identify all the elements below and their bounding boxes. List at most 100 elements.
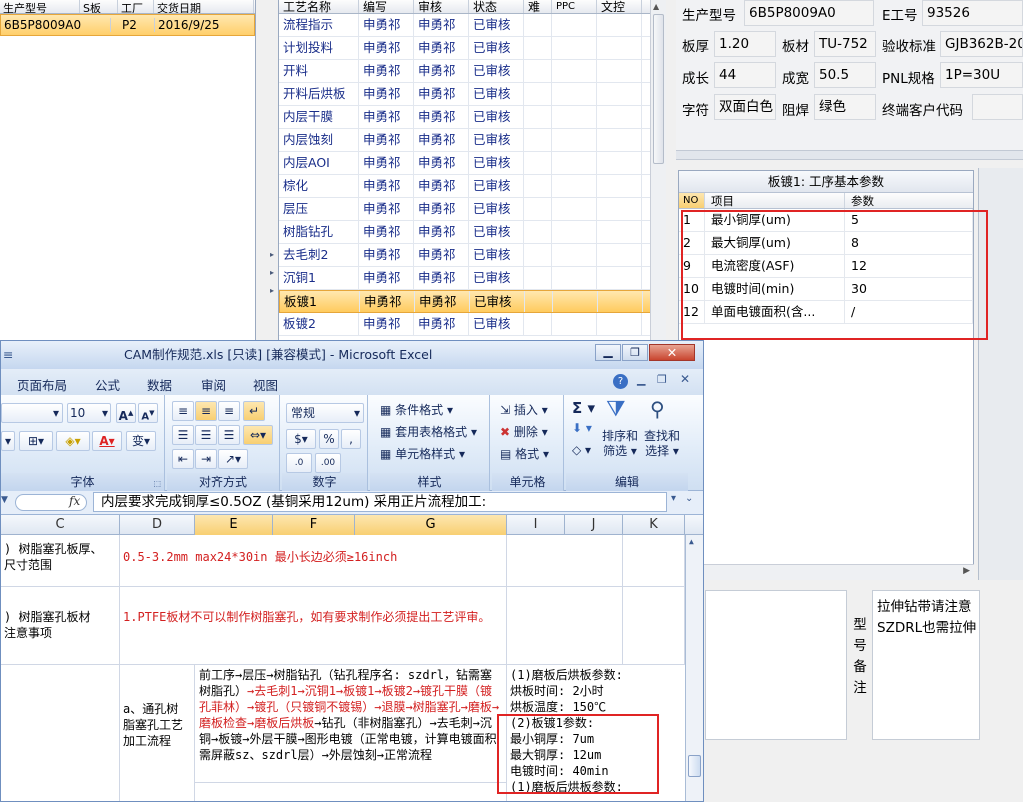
- tab-formulas[interactable]: 公式: [95, 375, 120, 394]
- char-field[interactable]: 双面白色: [714, 94, 776, 120]
- col-value[interactable]: 参数: [845, 193, 973, 208]
- remark-left-area[interactable]: [705, 590, 847, 740]
- col-no[interactable]: NO: [679, 193, 705, 208]
- process-row[interactable]: 开料后烘板 申勇祁 申勇祁 已审核: [279, 83, 666, 106]
- process-row[interactable]: 沉铜1 申勇祁 申勇祁 已审核: [279, 267, 666, 290]
- insert-button[interactable]: ⇲ 插入 ▾: [500, 401, 548, 418]
- conditional-format-button[interactable]: ▦ 条件格式 ▾: [380, 401, 453, 418]
- fill-icon[interactable]: ⬇ ▾: [572, 421, 592, 435]
- align-bottom-icon[interactable]: ≡: [218, 401, 240, 421]
- mask-field[interactable]: 绿色: [814, 94, 876, 120]
- shrink-font-icon[interactable]: A▼: [138, 403, 158, 423]
- formula-collapse-icon[interactable]: ⌄: [685, 493, 693, 504]
- align-left-icon[interactable]: ☰: [172, 425, 194, 445]
- align-middle-icon[interactable]: ≡: [195, 401, 217, 421]
- autosum-icon[interactable]: Σ ▾: [572, 399, 595, 417]
- currency-icon[interactable]: $▾: [286, 429, 316, 449]
- tab-data[interactable]: 数据: [147, 375, 172, 394]
- restore-icon[interactable]: ❐: [622, 344, 648, 361]
- cell-k1[interactable]: [623, 535, 685, 587]
- cell-d1[interactable]: 0.5-3.2mm max24*30in 最小长边必须≥16inch: [120, 535, 507, 587]
- process-row[interactable]: 内层AOI 申勇祁 申勇祁 已审核: [279, 152, 666, 175]
- font-color-icon[interactable]: A▾: [92, 431, 122, 451]
- tab-page-layout[interactable]: 页面布局: [17, 375, 67, 394]
- col-author[interactable]: 编写: [359, 0, 414, 13]
- close-icon[interactable]: ✕: [649, 344, 695, 361]
- process-row[interactable]: 树脂钻孔 申勇祁 申勇祁 已审核: [279, 221, 666, 244]
- comma-icon[interactable]: ,: [341, 429, 361, 449]
- model-field[interactable]: 6B5P8009A0: [744, 0, 874, 26]
- cell-d2[interactable]: 1.PTFE板材不可以制作树脂塞孔，如有要求制作必须提出工艺评审。: [120, 587, 507, 665]
- sheet-vscrollbar[interactable]: ▲: [685, 535, 703, 801]
- window-menu-icon[interactable]: ≡: [3, 341, 13, 369]
- col-header-k[interactable]: K: [623, 515, 685, 535]
- name-box-dropdown-icon[interactable]: ▼: [1, 495, 8, 505]
- process-row[interactable]: 开料 申勇祁 申勇祁 已审核: [279, 60, 666, 83]
- delete-button[interactable]: ✖ 删除 ▾: [500, 423, 548, 440]
- cell-styles-button[interactable]: ▦ 单元格样式 ▾: [380, 445, 465, 462]
- formula-expand-icon[interactable]: ▾: [671, 493, 676, 504]
- clear-icon[interactable]: ◇ ▾: [572, 443, 591, 457]
- format-as-table-button[interactable]: ▦ 套用表格格式 ▾: [380, 423, 477, 440]
- cell-d3[interactable]: a、通孔树 脂塞孔工艺 加工流程: [120, 665, 195, 801]
- col-header-f[interactable]: F: [273, 515, 355, 535]
- cell-e3[interactable]: 前工序→层压→树脂钻孔（钻孔程序名: szdrl，钻需塞树脂孔）→去毛刺1→沉铜…: [195, 665, 507, 783]
- align-right-icon[interactable]: ☰: [218, 425, 240, 445]
- ribbon-close-icon[interactable]: ✕: [680, 372, 690, 386]
- process-row[interactable]: 去毛刺2 申勇祁 申勇祁 已审核: [279, 244, 666, 267]
- scroll-right-icon[interactable]: ▶: [963, 566, 970, 576]
- scroll-thumb[interactable]: [653, 14, 664, 164]
- scroll-thumb[interactable]: [688, 755, 701, 777]
- cell-i2[interactable]: [507, 587, 623, 665]
- col-item[interactable]: 项目: [705, 193, 845, 208]
- width-field[interactable]: 50.5: [814, 62, 876, 88]
- percent-icon[interactable]: %: [319, 429, 339, 449]
- decrease-indent-icon[interactable]: ⇤: [172, 449, 194, 469]
- thickness-field[interactable]: 1.20: [714, 31, 776, 57]
- sort-filter-button[interactable]: 排序和 筛选 ▾: [602, 429, 638, 459]
- cell-c3[interactable]: [1, 665, 120, 801]
- sort-filter-icon[interactable]: ⧩: [606, 397, 626, 422]
- phonetic-icon[interactable]: 变▾: [126, 431, 156, 451]
- length-field[interactable]: 44: [714, 62, 776, 88]
- col-factory[interactable]: 工厂: [118, 0, 154, 13]
- col-header-c[interactable]: C: [1, 515, 120, 535]
- formula-input[interactable]: 内层要求完成铜厚≤0.5OZ (基铜采用12um) 采用正片流程加工:: [93, 492, 667, 512]
- align-center-icon[interactable]: ☰: [195, 425, 217, 445]
- col-model[interactable]: 生产型号: [0, 0, 80, 13]
- cell-e4[interactable]: [195, 783, 507, 801]
- wrap-text-icon[interactable]: ↵: [243, 401, 265, 421]
- orientation-icon[interactable]: ↗▾: [218, 449, 248, 469]
- splitter-handle-icon[interactable]: ▸ ▸ ▸: [270, 250, 276, 330]
- grow-font-icon[interactable]: A▲: [116, 403, 136, 423]
- process-row[interactable]: 内层蚀刻 申勇祁 申勇祁 已审核: [279, 129, 666, 152]
- merge-center-icon[interactable]: ⇔▾: [243, 425, 273, 445]
- process-row[interactable]: 棕化 申勇祁 申勇祁 已审核: [279, 175, 666, 198]
- cust-field[interactable]: [972, 94, 1023, 120]
- process-row[interactable]: 板镀1 申勇祁 申勇祁 已审核: [279, 290, 666, 313]
- process-row[interactable]: 层压 申勇祁 申勇祁 已审核: [279, 198, 666, 221]
- number-format-dropdown[interactable]: 常规 ▾: [286, 403, 364, 423]
- process-row[interactable]: 内层干膜 申勇祁 申勇祁 已审核: [279, 106, 666, 129]
- decrease-decimal-icon[interactable]: .00: [315, 453, 341, 473]
- std-field[interactable]: GJB362B-20: [940, 31, 1023, 57]
- col-header-j[interactable]: J: [565, 515, 623, 535]
- tab-review[interactable]: 审阅: [201, 375, 226, 394]
- eno-field[interactable]: 93526: [922, 0, 1023, 26]
- cell-c1[interactable]: ) 树脂塞孔板厚、 尺寸范围: [1, 535, 120, 587]
- increase-indent-icon[interactable]: ⇥: [195, 449, 217, 469]
- minimize-icon[interactable]: ▁: [595, 344, 621, 361]
- pnl-field[interactable]: 1P=30U: [940, 62, 1023, 88]
- cell-i1[interactable]: [507, 535, 623, 587]
- font-size-dropdown[interactable]: 10 ▾: [67, 403, 111, 423]
- param-hscrollbar[interactable]: ▶: [678, 564, 974, 580]
- col-date[interactable]: 交货日期: [154, 0, 254, 13]
- increase-decimal-icon[interactable]: .0: [286, 453, 312, 473]
- find-select-button[interactable]: 查找和 选择 ▾: [644, 429, 680, 459]
- col-status[interactable]: 状态: [469, 0, 524, 13]
- col-ppc[interactable]: PPC: [552, 0, 597, 13]
- format-button[interactable]: ▤ 格式 ▾: [500, 445, 549, 462]
- process-row[interactable]: 计划投料 申勇祁 申勇祁 已审核: [279, 37, 666, 60]
- col-header-d[interactable]: D: [120, 515, 195, 535]
- order-row-selected[interactable]: 6B5P8009A0 P2 2016/9/25: [0, 14, 255, 36]
